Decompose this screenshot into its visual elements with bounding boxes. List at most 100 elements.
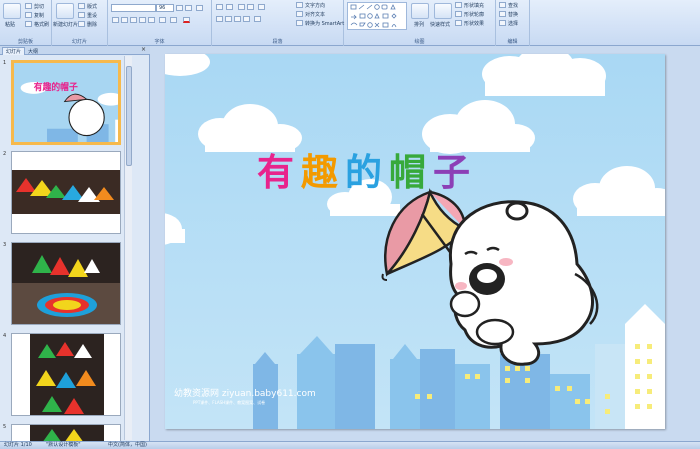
font-group: 96 字体	[108, 0, 212, 46]
reset-label[interactable]: 重设	[87, 12, 97, 19]
scrollbar-thumb[interactable]	[126, 66, 132, 166]
font-size-combo[interactable]: 96	[156, 4, 174, 12]
slide-number: 3	[3, 242, 7, 248]
credit-text: 幼教资源网 ziyuan.baby611.com	[174, 389, 316, 399]
status-bar: 幻灯片 1/10 "默认设计模板" 中文(简体，中国)	[0, 441, 700, 449]
align-text-label[interactable]: 对齐文本	[305, 11, 325, 18]
delete-icon[interactable]	[78, 21, 85, 27]
columns-icon[interactable]	[254, 16, 261, 22]
copy-label[interactable]: 复制	[34, 12, 44, 19]
new-slide-button[interactable]	[56, 3, 74, 19]
strikethrough-icon[interactable]	[139, 17, 146, 23]
slide-thumbnail[interactable]	[11, 333, 121, 416]
align-center-icon[interactable]	[225, 16, 232, 22]
align-text-icon[interactable]	[296, 11, 303, 17]
find-label[interactable]: 查找	[508, 2, 518, 9]
language-status[interactable]: 中文(简体，中国)	[108, 442, 147, 449]
clear-format-icon[interactable]	[196, 5, 203, 11]
slide-thumb-row[interactable]: 5	[0, 423, 140, 441]
layout-icon[interactable]	[78, 3, 85, 9]
shape-outline-icon[interactable]	[455, 11, 462, 17]
slide-canvas: 有趣的帽子 幼教资源网 ziyuan.baby611.com PPT课件、FLA…	[151, 46, 700, 441]
slide-thumbnail-image	[12, 152, 120, 233]
slide-editor[interactable]: 有趣的帽子 幼教资源网 ziyuan.baby611.com PPT课件、FLA…	[165, 54, 665, 429]
clipboard-group: 粘贴 剪切 复制 格式刷 剪贴板	[0, 0, 52, 46]
font-color-icon[interactable]	[183, 17, 190, 23]
slides-group: 新建幻灯片 版式 重设 删除 幻灯片	[52, 0, 108, 46]
grow-font-icon[interactable]	[176, 5, 183, 11]
shape-outline-label[interactable]: 形状轮廓	[464, 11, 484, 18]
shrink-font-icon[interactable]	[185, 5, 192, 11]
slide-thumbnail[interactable]	[11, 424, 121, 441]
svg-text:有趣的帽子: 有趣的帽子	[34, 81, 78, 93]
paste-button[interactable]	[3, 3, 21, 19]
panel-tabs: 幻灯片 大纲 ×	[0, 46, 150, 55]
slide-thumbnail[interactable]	[11, 242, 121, 325]
select-icon[interactable]	[499, 20, 506, 26]
replace-label[interactable]: 替换	[508, 11, 518, 18]
reset-icon[interactable]	[78, 12, 85, 18]
shape-effects-icon[interactable]	[455, 20, 462, 26]
paragraph-group-label: 段落	[272, 39, 283, 45]
quick-styles-button[interactable]	[434, 3, 452, 19]
new-slide-label[interactable]: 新建幻灯片	[53, 21, 78, 28]
text-direction-icon[interactable]	[296, 2, 303, 8]
shapes-gallery[interactable]	[347, 2, 407, 30]
thumbnail-scrollbar[interactable]	[124, 56, 132, 440]
bear-umbrella-illustration[interactable]	[165, 54, 665, 429]
arrange-button[interactable]	[411, 3, 429, 19]
close-icon[interactable]: ×	[141, 46, 146, 53]
slide-thumb-row[interactable]: 2	[0, 150, 140, 236]
delete-label[interactable]: 删除	[87, 21, 97, 28]
text-direction-label[interactable]: 文字方向	[305, 2, 325, 9]
change-case-icon[interactable]	[170, 17, 177, 23]
shape-fill-icon[interactable]	[455, 2, 462, 8]
numbering-icon[interactable]	[226, 4, 233, 10]
select-label[interactable]: 选择	[508, 20, 518, 27]
layout-label[interactable]: 版式	[87, 3, 97, 10]
slide-number: 2	[3, 151, 7, 157]
smartart-icon[interactable]	[296, 20, 303, 26]
font-group-label: 字体	[154, 39, 165, 45]
cut-icon[interactable]	[25, 3, 32, 9]
arrange-label[interactable]: 排列	[414, 21, 424, 28]
slide-thumbnail[interactable]	[11, 151, 121, 234]
font-name-combo[interactable]	[111, 4, 156, 12]
align-right-icon[interactable]	[234, 16, 241, 22]
quick-styles-label[interactable]: 快速样式	[430, 21, 450, 28]
underline-icon[interactable]	[130, 17, 137, 23]
editing-group: 查找 替换 选择 编辑	[496, 0, 530, 46]
slide-thumb-row[interactable]: 3	[0, 241, 140, 327]
cut-label[interactable]: 剪切	[34, 3, 44, 10]
find-icon[interactable]	[499, 2, 506, 8]
justify-icon[interactable]	[243, 16, 250, 22]
copy-icon[interactable]	[25, 12, 32, 18]
smartart-label[interactable]: 转换为 SmartArt	[305, 20, 344, 27]
paragraph-group: 文字方向 对齐文本 转换为 SmartArt 段落	[212, 0, 344, 46]
clipboard-group-label: 剪贴板	[17, 39, 33, 45]
slide-thumbnail[interactable]: 有趣的帽子	[11, 60, 121, 145]
theme-status: "默认设计模板"	[46, 442, 81, 448]
format-painter-label[interactable]: 格式刷	[34, 21, 49, 28]
char-spacing-icon[interactable]	[159, 17, 166, 23]
tab-slides[interactable]: 幻灯片	[2, 47, 26, 55]
slide-count-status: 幻灯片 1/10	[4, 442, 32, 448]
italic-icon[interactable]	[121, 17, 128, 23]
replace-icon[interactable]	[499, 11, 506, 17]
shape-effects-label[interactable]: 形状效果	[464, 20, 484, 27]
paste-label: 粘贴	[5, 22, 16, 28]
line-spacing-icon[interactable]	[258, 4, 265, 10]
drawing-group: 排列 快速样式 形状填充 形状轮廓 形状效果 绘图	[344, 0, 496, 46]
tab-outline[interactable]: 大纲	[24, 47, 42, 55]
shadow-icon[interactable]	[148, 17, 155, 23]
decrease-indent-icon[interactable]	[238, 4, 245, 10]
slide-thumb-row[interactable]: 1 有趣的帽子	[0, 59, 140, 145]
increase-indent-icon[interactable]	[247, 4, 254, 10]
slide-thumb-row[interactable]: 4	[0, 332, 140, 418]
slides-group-label: 幻灯片	[71, 39, 87, 45]
align-left-icon[interactable]	[216, 16, 223, 22]
shape-fill-label[interactable]: 形状填充	[464, 2, 484, 9]
bold-icon[interactable]	[112, 17, 119, 23]
format-painter-icon[interactable]	[25, 21, 32, 27]
bullets-icon[interactable]	[216, 4, 223, 10]
